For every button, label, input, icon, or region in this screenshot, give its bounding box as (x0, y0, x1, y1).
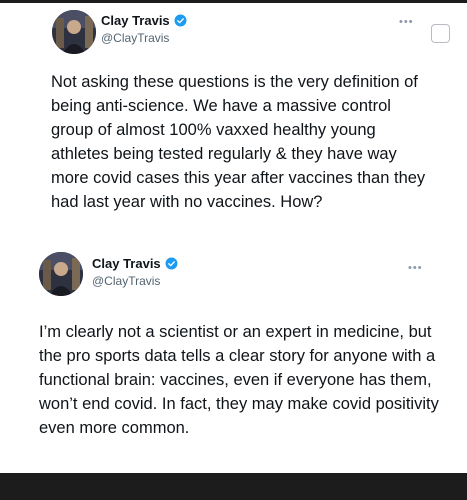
verified-badge-icon (165, 257, 178, 270)
tweet-card: Clay Travis @ClayTravis ••• Not asking t… (0, 3, 467, 473)
tweet[interactable]: Clay Travis @ClayTravis ••• I’m clearly … (0, 248, 467, 473)
tweet-text: I’m clearly not a scientist or an expert… (39, 323, 439, 437)
select-checkbox[interactable] (431, 24, 450, 43)
tweet[interactable]: Clay Travis @ClayTravis ••• Not asking t… (0, 3, 467, 248)
author-name[interactable]: Clay Travis (101, 13, 170, 28)
more-horizontal-icon[interactable]: ••• (408, 263, 423, 274)
author-name-row: Clay Travis (101, 13, 187, 28)
avatar[interactable] (52, 10, 96, 54)
avatar-image (39, 252, 83, 296)
verified-badge-icon (174, 14, 187, 27)
author-name-row: Clay Travis (92, 256, 178, 271)
more-horizontal-icon[interactable]: ••• (399, 17, 414, 28)
author-handle[interactable]: @ClayTravis (92, 274, 160, 288)
avatar-image (52, 10, 96, 54)
author-name[interactable]: Clay Travis (92, 256, 161, 271)
screenshot-page: Clay Travis @ClayTravis ••• Not asking t… (0, 0, 467, 500)
tweet-text: Not asking these questions is the very d… (51, 73, 426, 211)
avatar[interactable] (39, 252, 83, 296)
author-handle[interactable]: @ClayTravis (101, 31, 169, 45)
bottom-frame-bar (0, 473, 467, 500)
